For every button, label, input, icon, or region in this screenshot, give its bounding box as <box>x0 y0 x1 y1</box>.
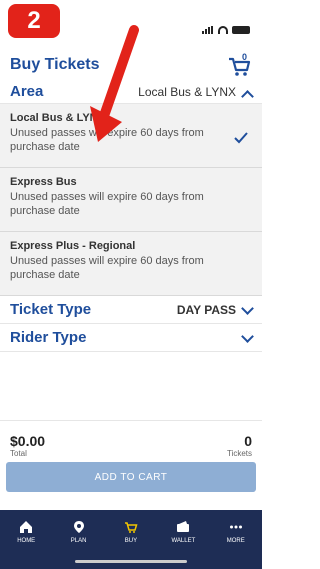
home-icon <box>19 520 33 534</box>
area-option-name: Express Plus - Regional <box>10 240 136 252</box>
ticket-type-label: Ticket Type <box>10 301 92 318</box>
checkmark-icon <box>234 132 248 144</box>
signal-icon <box>202 26 214 34</box>
home-indicator <box>75 560 187 563</box>
add-to-cart-button[interactable]: ADD TO CART <box>6 462 256 492</box>
area-option-desc: Unused passes will expire 60 days from p… <box>10 255 204 282</box>
area-option-name: Express Bus <box>10 176 77 188</box>
cart-icon <box>124 520 138 534</box>
tickets-label: Tickets <box>226 449 252 458</box>
chevron-up-icon <box>242 89 252 95</box>
rider-type-selector[interactable]: Rider Type <box>0 324 262 352</box>
area-option[interactable]: Express Plus - Regional Unused passes wi… <box>0 232 262 296</box>
rider-type-label: Rider Type <box>10 329 87 346</box>
area-option-desc: Unused passes will expire 60 days from p… <box>10 191 204 218</box>
area-option[interactable]: Express Bus Unused passes will expire 60… <box>0 168 262 232</box>
chevron-down-icon <box>242 307 252 313</box>
step-badge: 2 <box>8 4 60 38</box>
cart-icon[interactable]: 0 <box>226 52 252 78</box>
bottom-nav: HOME PLAN BUY WALLET MORE <box>0 510 262 569</box>
step-number: 2 <box>27 7 41 34</box>
area-selected-value: Local Bus & LYNX <box>138 84 236 99</box>
nav-label: PLAN <box>70 538 87 544</box>
status-bar <box>202 26 250 34</box>
total-label: Total <box>10 449 27 458</box>
wifi-icon <box>218 26 228 34</box>
ticket-type-value: DAY PASS <box>176 302 236 317</box>
battery-icon <box>232 26 250 34</box>
area-label: Area <box>10 83 44 100</box>
ticket-count: 0 <box>244 433 252 449</box>
ticket-type-selector[interactable]: Ticket Type DAY PASS <box>0 296 262 324</box>
nav-more[interactable]: MORE <box>216 520 256 569</box>
more-icon <box>229 520 243 534</box>
annotation-arrow-icon <box>90 25 139 142</box>
nav-label: HOME <box>17 538 36 544</box>
chevron-down-icon <box>242 335 252 341</box>
nav-label: BUY <box>124 538 138 544</box>
total-amount: $0.00 <box>10 433 46 449</box>
nav-label: WALLET <box>171 538 196 544</box>
map-pin-icon <box>72 520 86 534</box>
totals-bar: $0.00 Total 0 Tickets <box>0 420 262 458</box>
wallet-icon <box>176 520 190 534</box>
page-title: Buy Tickets <box>10 56 100 73</box>
nav-home[interactable]: HOME <box>6 520 46 569</box>
nav-label: MORE <box>226 538 245 544</box>
cart-count: 0 <box>242 52 247 62</box>
